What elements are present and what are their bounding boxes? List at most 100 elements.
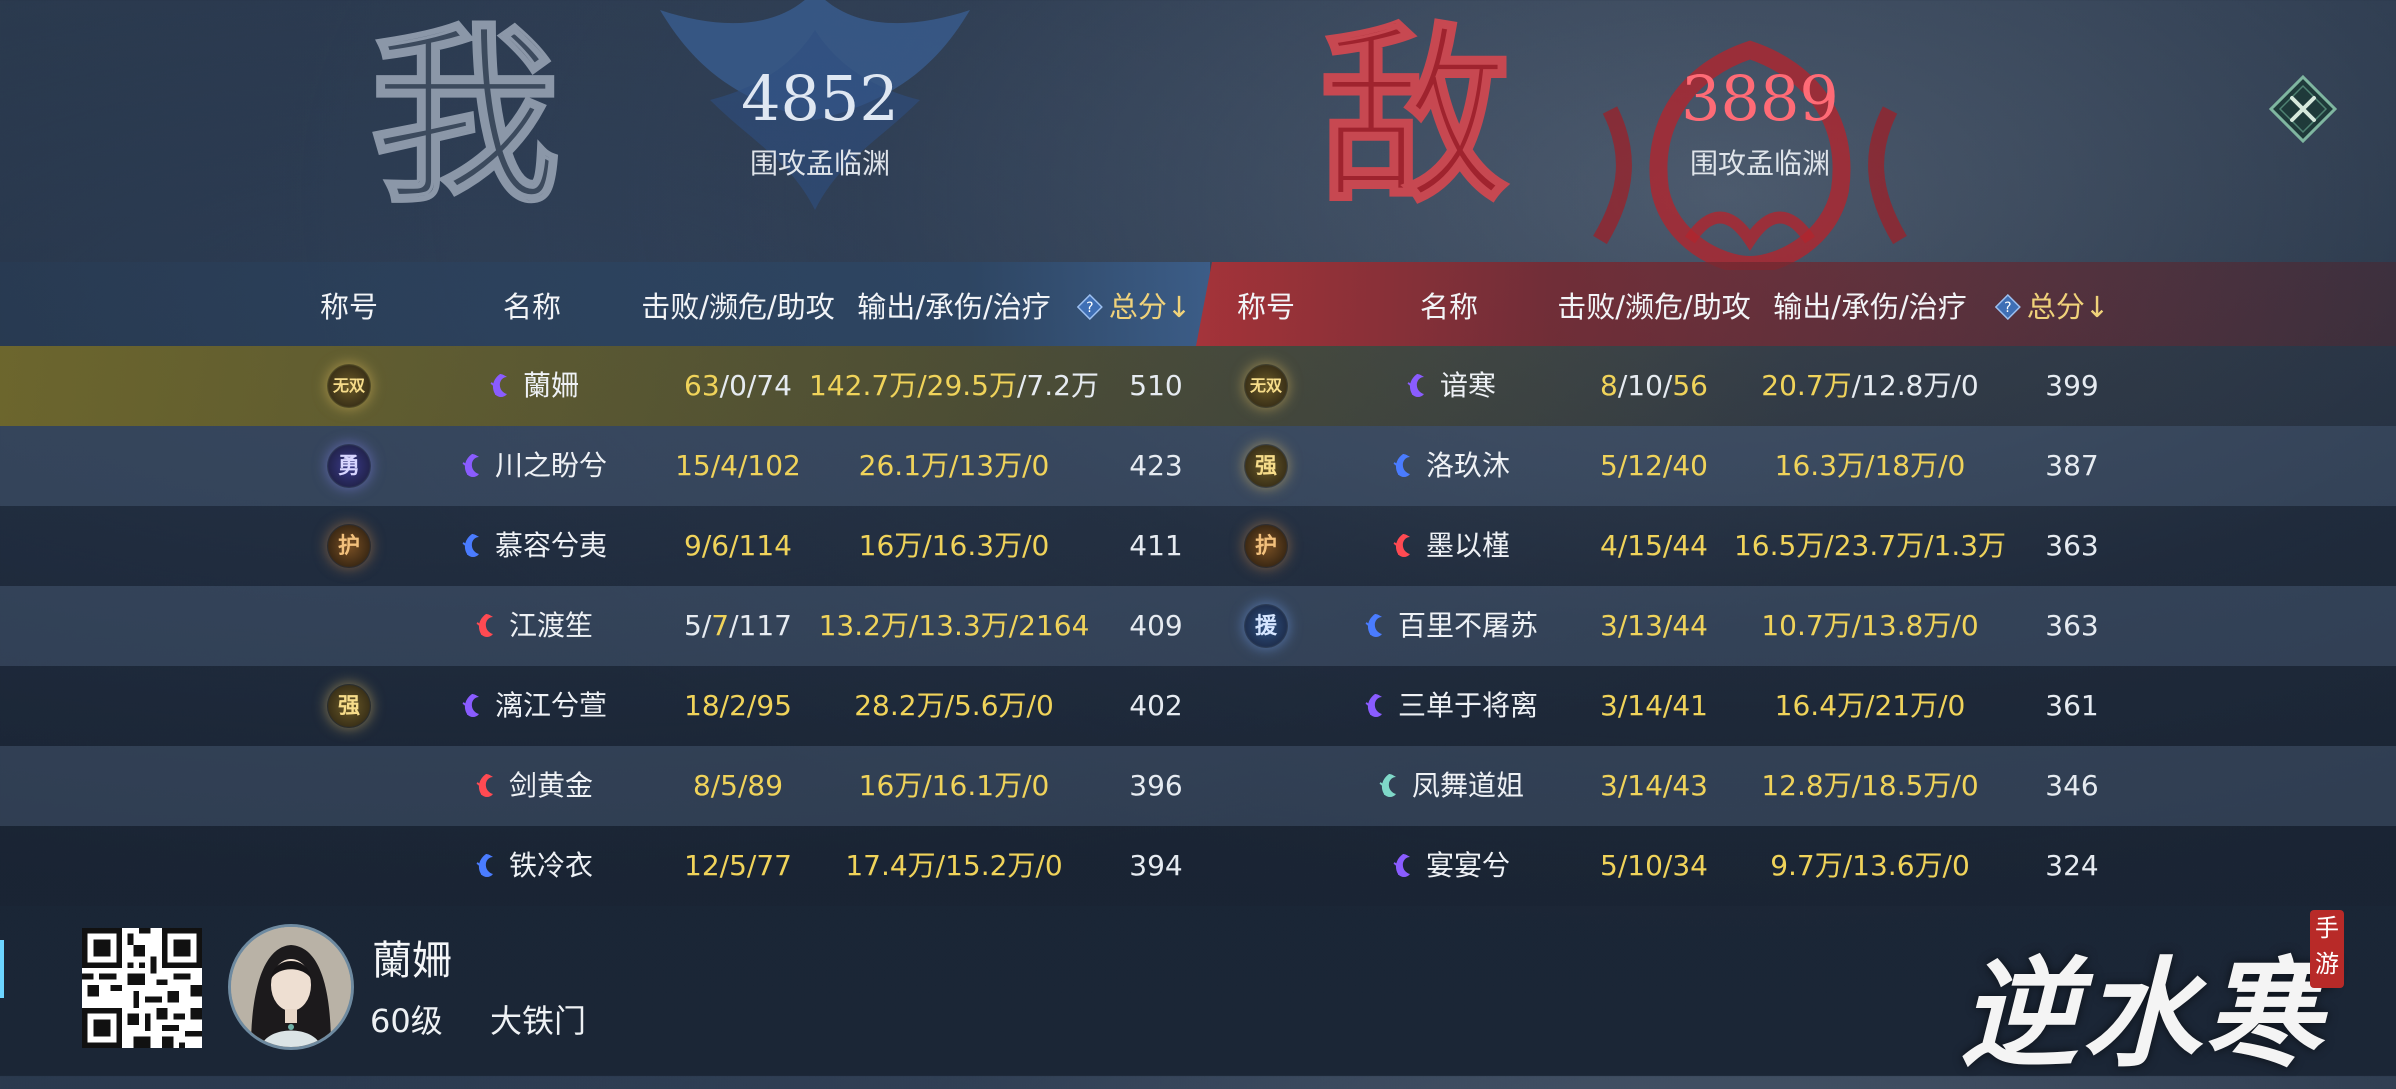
value-segment: 16万/16.1万/0 [858,769,1050,802]
enemy-title-badge[interactable]: 援 [1244,604,1288,648]
enemy-kda-cell: 5/10/34 [1600,826,1708,906]
enemy-title-badge[interactable]: 无双 [1244,364,1288,408]
ally-col-title: 称号 [319,290,379,324]
enemy-stats-cell: 12.8万/18.5万/0 [1761,746,1978,826]
enemy-player-name-cell[interactable]: 凤舞道姐 [1374,746,1524,826]
ally-stats-cell: 26.1万/13万/0 [859,426,1050,506]
close-x-diamond-icon[interactable] [2268,74,2338,144]
table-row[interactable]: 勇 川之盼兮 15/4/102 26.1万/13万/0 423 强 洛玖沐 5/12/40 16… [0,426,2396,506]
ally-title-badge[interactable]: 无双 [327,364,371,408]
player-name-label: 蘭姍 [522,369,580,402]
ally-player-name-cell[interactable]: 剑黄金 [471,746,593,826]
ally-stats-cell: 17.4万/15.2万/0 [845,826,1062,906]
table-row[interactable]: 强 漓江兮萱 18/2/95 28.2万/5.6万/0 402 三单于将离 3/14/41 1… [0,666,2396,746]
ally-glyph: 我 [368,5,561,228]
enemy-player-name-cell[interactable]: 洛玖沐 [1388,426,1510,506]
player-name-label: 宴宴兮 [1425,849,1511,882]
table-row[interactable]: 护 慕容兮夷 9/6/114 16万/16.3万/0 411 护 墨以槿 4/15/44 16.… [0,506,2396,586]
blue-school-icon [476,854,493,877]
value-segment: 9/6/114 [684,529,792,562]
value-segment: 63 [684,369,720,402]
value-segment: 7 [711,609,730,642]
value-segment: 5/12/40 [1600,449,1708,482]
question-diamond-icon[interactable]: ? [1076,294,1103,320]
enemy-kda-cell: 8/10/56 [1600,346,1708,426]
enemy-total-cell: 363 [2045,609,2099,642]
value-segment: 5/10/34 [1600,849,1708,882]
ally-total-cell: 396 [1129,769,1183,802]
value-segment: 8 [1600,369,1618,402]
enemy-player-name-cell[interactable]: 墨以槿 [1388,506,1510,586]
value-segment: 16.3万/18万/0 [1774,449,1966,482]
value-segment: 4/15/44 [1600,529,1708,562]
player-footer: 蘭姍 60级 大铁门 逆水寒 手游 [0,900,2396,1083]
enemy-player-name-cell[interactable]: 百里不屠苏 [1360,586,1538,666]
enemy-player-name-cell[interactable]: 三单于将离 [1360,666,1538,746]
value-segment: 16.5万/23.7万/1.3万 [1733,529,2007,562]
ally-stats-cell: 16万/16.3万/0 [859,506,1050,586]
value-segment: 56 [1672,369,1708,402]
ally-col-kda: 击败/濒危/助攻 [641,290,835,324]
ally-player-name-cell[interactable]: 川之盼兮 [457,426,607,506]
value-segment: /117 [729,609,792,642]
ally-player-name-cell[interactable]: 蘭姍 [485,346,579,426]
enemy-score-subtitle: 围攻孟临渊 [1689,147,1830,180]
enemy-score: 3889 [1681,62,1839,135]
question-diamond-icon[interactable]: ? [1994,294,2021,320]
value-segment: 28.2万/5.6万/0 [854,689,1054,722]
svg-text:?: ? [2004,300,2011,316]
enemy-total-cell: 399 [2045,369,2099,402]
value-segment: 12.8万/18.5万/0 [1761,769,1979,802]
table-row[interactable]: 铁冷衣 12/5/77 17.4万/15.2万/0 394 宴宴兮 5/10/34 9.7万… [0,826,2396,906]
enemy-stats-cell: 16.4万/21万/0 [1775,666,1966,746]
ally-title-badge[interactable]: 强 [327,684,371,728]
enemy-kda-cell: 3/14/41 [1600,666,1708,746]
value-segment: 3/13/44 [1600,609,1708,642]
player-name-label: 铁冷衣 [508,849,594,882]
table-row[interactable]: 无双 蘭姍 63/0/74 142.7万/29.5万/7.2万 510 无双 谙寒 8/10/… [0,346,2396,426]
ally-player-name-cell[interactable]: 漓江兮萱 [457,666,607,746]
avatar-portrait-icon [231,927,351,1047]
ally-title-badge[interactable]: 勇 [327,444,371,488]
violet-school-icon [1365,694,1382,717]
enemy-col-total[interactable]: ? 总分↓ [1994,284,2109,326]
ally-player-name-cell[interactable]: 铁冷衣 [471,826,593,906]
enemy-title-badge[interactable]: 强 [1244,444,1288,488]
value-segment: 10.7万/13.8万/0 [1761,609,1979,642]
value-segment: 8/5/89 [692,769,784,802]
red-school-icon [476,774,493,797]
violet-school-icon [1393,854,1410,877]
enemy-col-title: 称号 [1236,290,1296,324]
player-name: 蘭姍 [372,938,452,984]
value-segment: 5/ [684,609,712,642]
table-row[interactable]: 剑黄金 8/5/89 16万/16.1万/0 396 凤舞道姐 3/14/43 12.8万/… [0,746,2396,826]
qr-code-icon [82,928,202,1048]
ally-total-cell: 411 [1129,529,1183,562]
enemy-player-name-cell[interactable]: 宴宴兮 [1388,826,1510,906]
ally-player-name-cell[interactable]: 慕容兮夷 [457,506,607,586]
player-name-label: 江渡笙 [508,609,594,642]
violet-school-icon [462,694,479,717]
enemy-title-badge[interactable]: 护 [1244,524,1288,568]
player-name-label: 墨以槿 [1425,529,1511,562]
table-row[interactable]: 江渡笙 5/7/117 13.2万/13.3万/2164 409 援 百里不屠苏 3/13/… [0,586,2396,666]
ally-kda-cell: 8/5/89 [693,746,783,826]
enemy-glyph: 敌 [1318,5,1511,228]
avatar[interactable] [228,924,354,1050]
value-segment: 17.4万/15.2万/0 [845,849,1063,882]
red-school-icon [476,614,493,637]
player-guild: 大铁门 [490,1002,587,1040]
enemy-kda-cell: 3/13/44 [1600,586,1708,666]
ally-col-total[interactable]: ? 总分↓ [1076,284,1191,326]
enemy-player-name-cell[interactable]: 谙寒 [1402,346,1496,426]
ally-total-cell: 409 [1129,609,1183,642]
ally-stats-cell: 28.2万/5.6万/0 [854,666,1054,746]
scoreboard-rows: 无双 蘭姍 63/0/74 142.7万/29.5万/7.2万 510 无双 谙寒 8/10/… [0,346,2396,906]
value-segment: 26.1万/13万/0 [858,449,1050,482]
ally-title-badge[interactable]: 护 [327,524,371,568]
violet-school-icon [462,454,479,477]
violet-school-icon [490,374,507,397]
player-level: 60级 [370,1002,443,1040]
ally-stats-cell: 142.7万/29.5万/7.2万 [809,346,1099,426]
ally-player-name-cell[interactable]: 江渡笙 [471,586,593,666]
